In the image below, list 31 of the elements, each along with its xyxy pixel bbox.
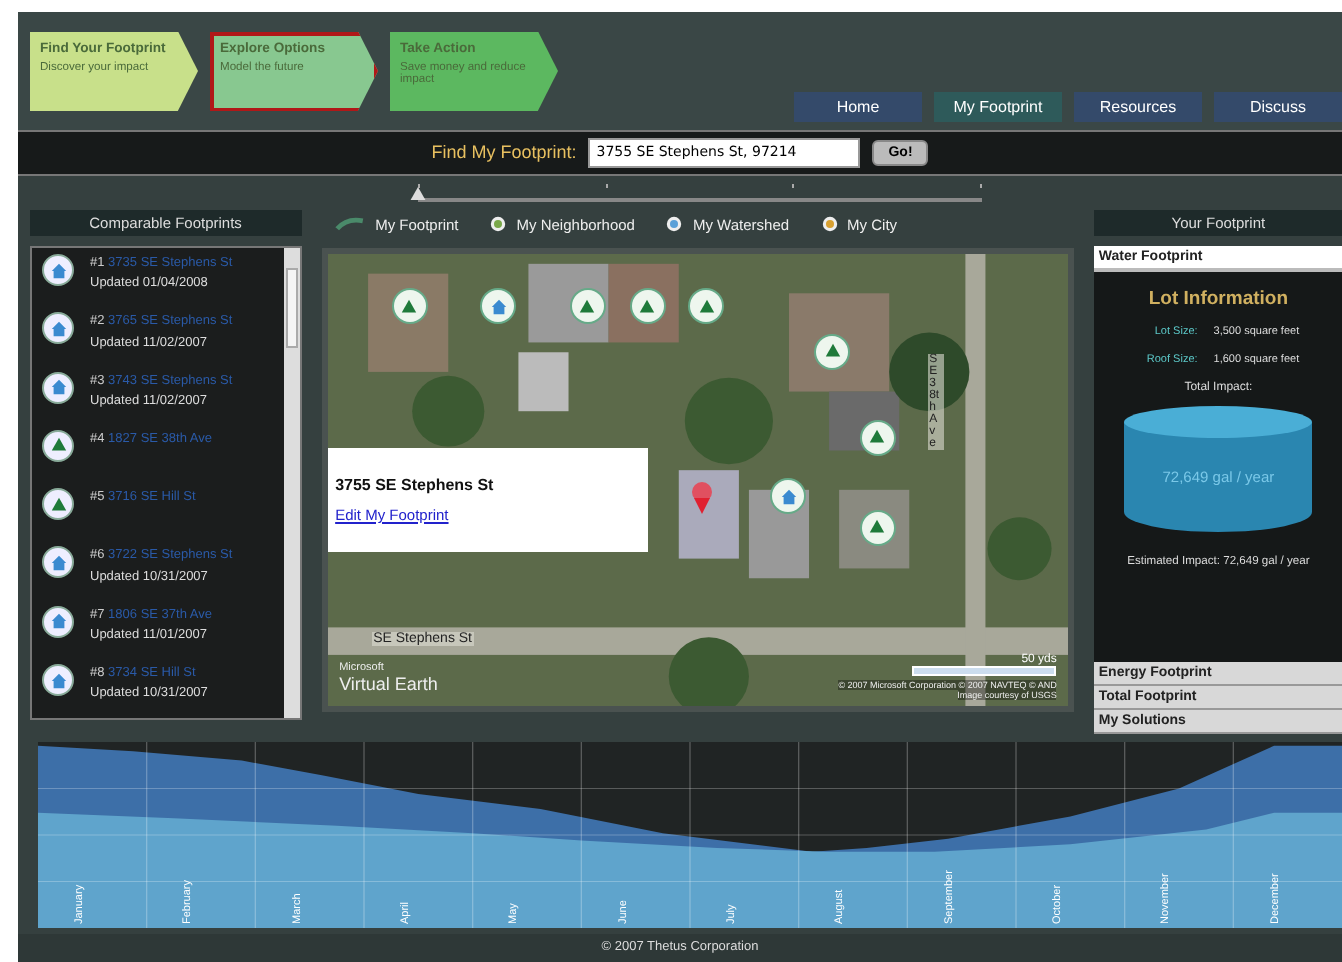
tree-icon <box>42 488 74 521</box>
house-icon <box>42 254 74 286</box>
slider-thumb[interactable] <box>410 186 426 201</box>
nav-tab[interactable]: My Footprint <box>934 92 1062 123</box>
house-icon <box>42 664 74 697</box>
house-icon <box>42 371 74 404</box>
layer-dot-icon <box>821 216 838 232</box>
tree-marker-icon[interactable] <box>690 290 723 323</box>
tree-icon <box>42 429 74 462</box>
nav-tab[interactable]: Discuss <box>1214 92 1342 123</box>
house-icon <box>42 312 74 345</box>
tree-marker-icon[interactable] <box>393 290 426 323</box>
layer-dot-icon <box>490 216 507 232</box>
nav-tab[interactable]: Home <box>794 92 922 123</box>
tree-marker-icon[interactable] <box>816 335 849 368</box>
scrollbar[interactable] <box>283 248 300 718</box>
house-marker-icon[interactable] <box>772 480 805 512</box>
search-label: Find My Footprint: <box>431 142 577 163</box>
tree-marker-icon[interactable] <box>861 421 894 454</box>
tree-marker-icon[interactable] <box>631 290 664 323</box>
layer-dot-icon <box>666 216 683 232</box>
lot-heading: Lot Information <box>1148 288 1289 310</box>
house-icon <box>42 605 74 638</box>
house-marker-icon[interactable] <box>482 290 515 323</box>
footprint-icon <box>333 216 366 232</box>
tree-marker-icon[interactable] <box>861 511 894 544</box>
tree-marker-icon[interactable] <box>571 290 604 323</box>
house-icon <box>42 546 74 579</box>
map-brand: Virtual Earth <box>339 674 438 694</box>
popup-address: 3755 SE Stephens St <box>335 476 496 494</box>
nav-tab[interactable]: Resources <box>1074 92 1202 123</box>
